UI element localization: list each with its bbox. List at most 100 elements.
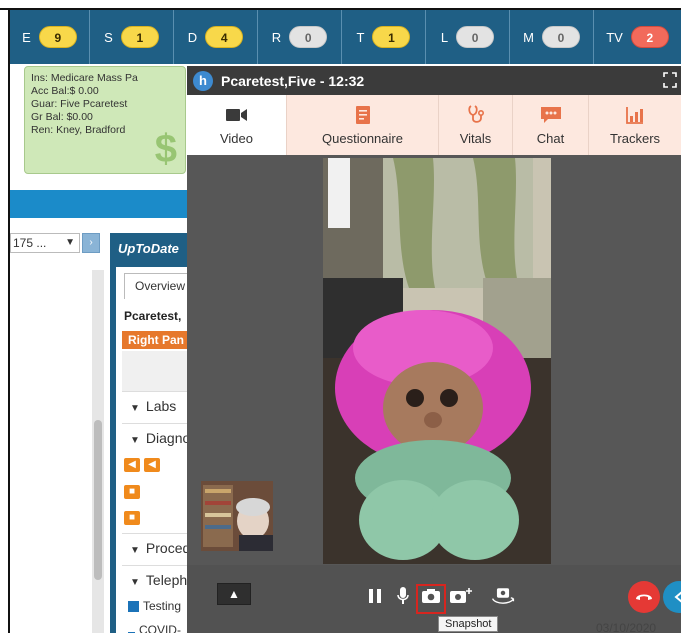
status-letter: E — [22, 29, 31, 45]
count-badge: 0 — [541, 26, 580, 48]
status-item-d[interactable]: D 4 — [174, 10, 258, 64]
section-diagnoses[interactable]: ▼ Diagno — [122, 423, 196, 451]
snapshot-highlight — [416, 584, 446, 614]
count-badge: 0 — [289, 26, 328, 48]
count-badge: 9 — [38, 26, 77, 48]
status-item-m[interactable]: M 0 — [510, 10, 594, 64]
snapshot-tooltip: Snapshot — [438, 616, 499, 632]
left-scrollbar[interactable] — [92, 270, 104, 633]
tab-label: Trackers — [609, 130, 661, 146]
chat-icon — [540, 105, 562, 125]
guarantor-balance: Gr Bal: $0.00 — [31, 111, 93, 123]
expand-up-button[interactable]: ▲ — [217, 583, 251, 605]
remote-video-feed[interactable] — [323, 158, 551, 564]
section-label: Diagno — [145, 430, 191, 446]
chart-icon — [626, 105, 644, 125]
status-letter: S — [104, 29, 113, 45]
stop-square-icon[interactable]: ■ — [124, 511, 140, 525]
status-letter: R — [271, 29, 282, 45]
stop-square-icon[interactable]: ■ — [124, 485, 140, 499]
status-strip: E 9 S 1 D 4 R 0 T 1 L 0 M 0 TV 2 — [10, 10, 681, 64]
item-date: 03/10/2020 — [596, 621, 657, 633]
status-item-s[interactable]: S 1 — [90, 10, 174, 64]
caret-down-icon: ▼ — [65, 237, 75, 248]
tab-trackers[interactable]: Trackers — [589, 95, 681, 155]
status-letter: L — [440, 29, 449, 45]
status-letter: M — [523, 29, 534, 45]
frame-left-edge — [0, 10, 10, 633]
questionnaire-icon — [355, 105, 370, 125]
count-badge: 4 — [205, 26, 244, 48]
dropdown-go-button[interactable]: › — [82, 233, 100, 253]
tab-questionnaire[interactable]: Questionnaire — [287, 95, 439, 155]
count-badge: 2 — [630, 26, 669, 48]
collapse-triangle-icon: ▼ — [130, 577, 140, 588]
switch-camera-button[interactable] — [490, 583, 516, 609]
add-camera-icon — [450, 588, 472, 603]
tab-label: Video — [219, 130, 253, 146]
tab-label: Chat — [536, 130, 565, 146]
stethoscope-icon — [467, 104, 485, 125]
tab-overview[interactable]: Overview — [124, 273, 196, 299]
section-label: Labs — [145, 398, 177, 414]
count-badge: 1 — [120, 26, 159, 48]
count-badge: 0 — [456, 26, 495, 48]
section-procedures[interactable]: ▼ Proced — [122, 533, 196, 561]
arrow-left-icon[interactable]: ◀ — [144, 458, 160, 472]
status-item-e[interactable]: E 9 — [10, 10, 90, 64]
section-label: Teleph — [145, 572, 188, 588]
section-header-bar — [10, 190, 190, 218]
call-title: Pcaretest,Five - 12:32 — [221, 72, 365, 89]
self-view-feed[interactable] — [201, 481, 273, 551]
collapse-triangle-icon: ▼ — [130, 403, 140, 414]
microphone-button[interactable] — [390, 583, 416, 609]
list-item[interactable]: Testing — [128, 599, 181, 613]
video-title-bar[interactable]: h Pcaretest,Five - 12:32 — [187, 66, 681, 95]
collapse-triangle-icon: ▼ — [130, 435, 140, 446]
pause-button[interactable] — [362, 583, 388, 609]
scrollbar-thumb[interactable] — [94, 420, 102, 580]
end-call-button[interactable] — [628, 581, 660, 613]
status-item-tv[interactable]: TV 2 — [594, 10, 681, 64]
status-letter: TV — [606, 29, 623, 45]
section-telephone[interactable]: ▼ Teleph — [122, 565, 196, 593]
section-label: Proced — [145, 540, 191, 556]
hang-up-icon — [636, 594, 652, 600]
dollar-icon: $ — [154, 127, 177, 171]
telehealth-window: h Pcaretest,Five - 12:32 Video Questionn… — [187, 66, 681, 633]
tab-chat[interactable]: Chat — [513, 95, 589, 155]
right-pane-tab[interactable]: Right Pan — [122, 331, 196, 349]
list-item[interactable]: COVID-19 Test — [128, 623, 190, 633]
count-badge: 1 — [372, 26, 411, 48]
status-item-t[interactable]: T 1 — [342, 10, 426, 64]
visit-dropdown[interactable]: 175 ... ▼ — [10, 233, 80, 253]
app-window: E 9 S 1 D 4 R 0 T 1 L 0 M 0 TV 2 Ins: Me… — [0, 0, 681, 633]
tab-video[interactable]: Video — [187, 95, 287, 155]
status-item-r[interactable]: R 0 — [258, 10, 342, 64]
video-area — [187, 155, 681, 565]
status-item-l[interactable]: L 0 — [426, 10, 510, 64]
side-panel: Overview Pcaretest, Right Pan ▼ Labs ▼ Dia… — [110, 267, 196, 633]
tab-label: Vitals — [459, 130, 492, 146]
arrow-left-icon[interactable]: ◀ — [124, 458, 140, 472]
tab-label: Questionnaire — [322, 130, 403, 146]
video-camera-icon — [225, 105, 248, 125]
add-camera-button[interactable] — [448, 583, 474, 609]
tab-vitals[interactable]: Vitals — [439, 95, 513, 155]
chevron-left-icon — [674, 591, 681, 603]
status-letter: T — [356, 29, 365, 45]
fullscreen-icon[interactable] — [663, 72, 677, 88]
section-labs[interactable]: ▼ Labs — [122, 391, 196, 419]
collapse-triangle-icon: ▼ — [130, 545, 140, 556]
guarantor: Guar: Five Pcaretest — [31, 98, 128, 110]
account-balance: Acc Bal:$ 0.00 — [31, 85, 99, 97]
item-square-icon — [128, 600, 139, 612]
list-item-label: COVID-19 Test — [138, 623, 181, 633]
patient-name: Pcaretest, — [124, 309, 182, 323]
collapse-panel-button[interactable] — [663, 581, 681, 613]
insurance-card[interactable]: Ins: Medicare Mass Pa Acc Bal:$ 0.00 Gua… — [24, 66, 186, 174]
uptodate-header[interactable]: UpToDate — [110, 233, 190, 267]
microphone-icon — [397, 587, 409, 604]
panel-spacer — [122, 351, 196, 391]
app-logo-icon: h — [193, 70, 213, 91]
